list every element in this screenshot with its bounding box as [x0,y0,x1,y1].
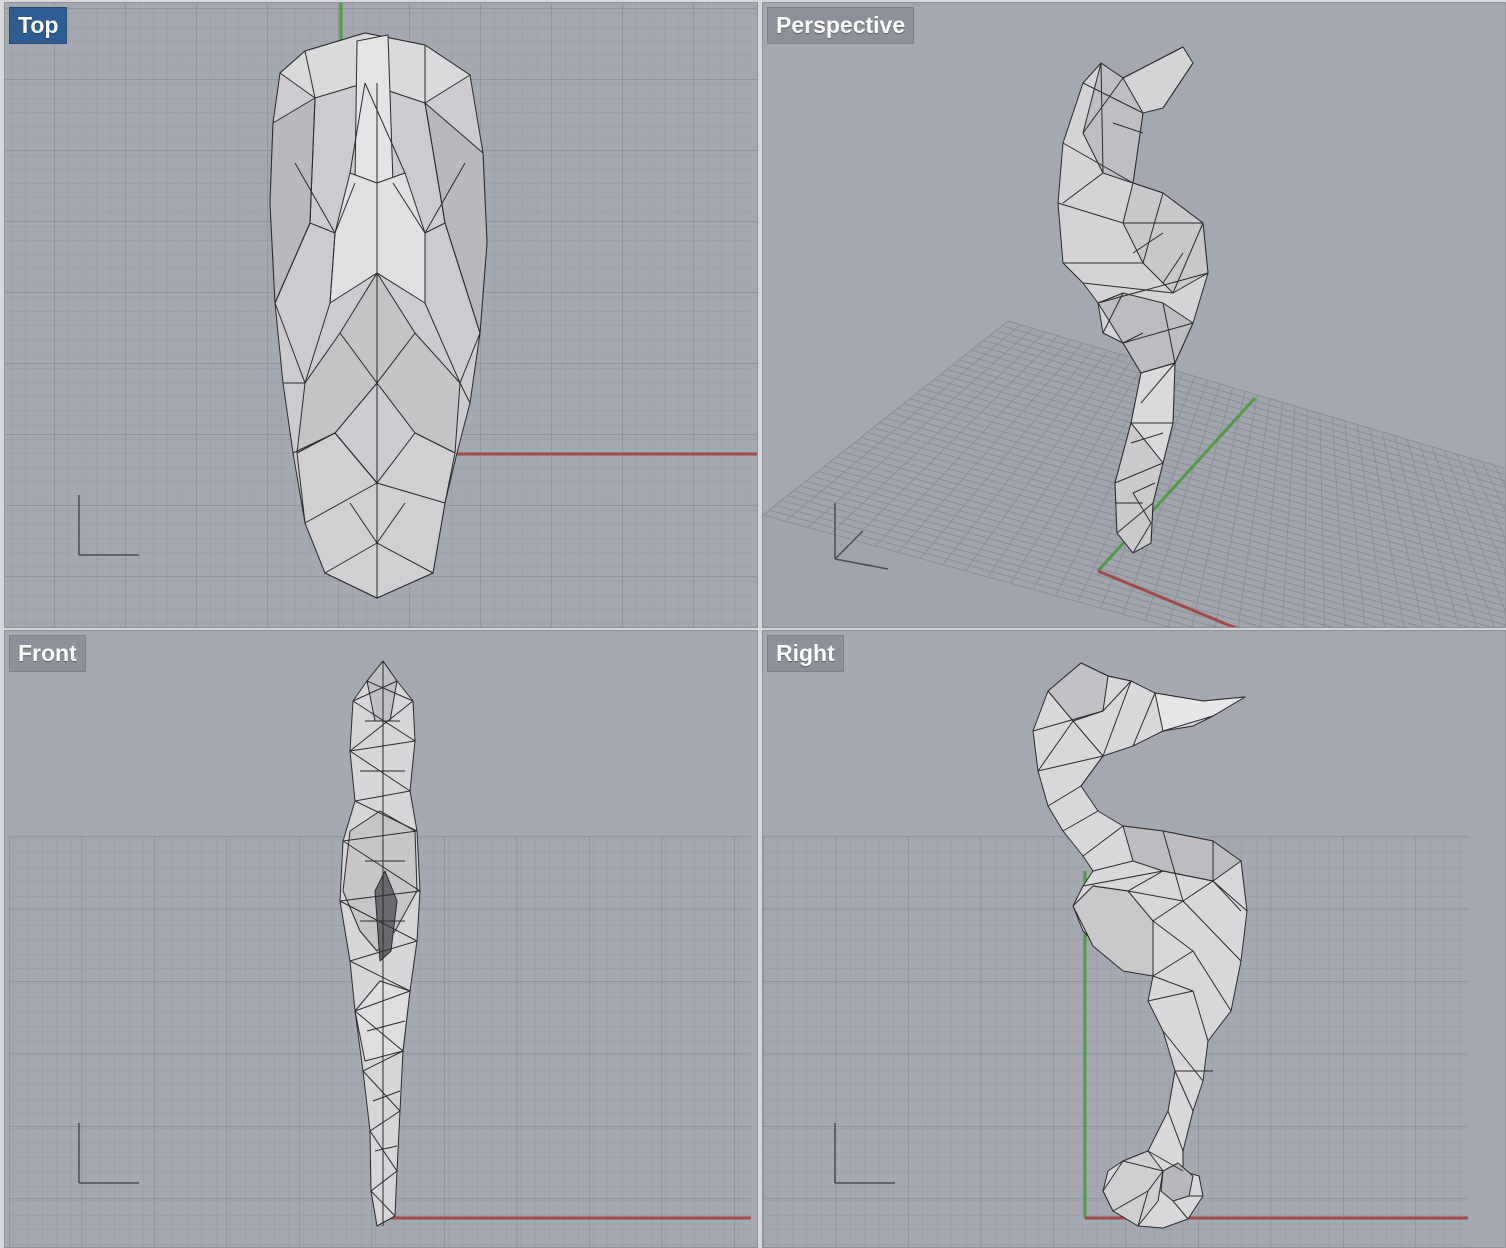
viewport-label-top[interactable]: Top [9,7,68,44]
top-viewport-canvas[interactable] [5,3,758,628]
viewport-label-front[interactable]: Front [9,635,86,672]
viewport-label-right[interactable]: Right [767,635,844,672]
front-viewport-canvas[interactable] [5,631,758,1248]
viewport-perspective[interactable]: Perspective [762,2,1506,628]
viewport-label-perspective[interactable]: Perspective [767,7,915,44]
viewport-right[interactable]: Right [762,630,1506,1248]
perspective-viewport-canvas[interactable] [763,3,1506,628]
viewport-top[interactable]: Top [4,2,758,628]
viewport-front[interactable]: Front [4,630,758,1248]
right-viewport-canvas[interactable] [763,631,1506,1248]
